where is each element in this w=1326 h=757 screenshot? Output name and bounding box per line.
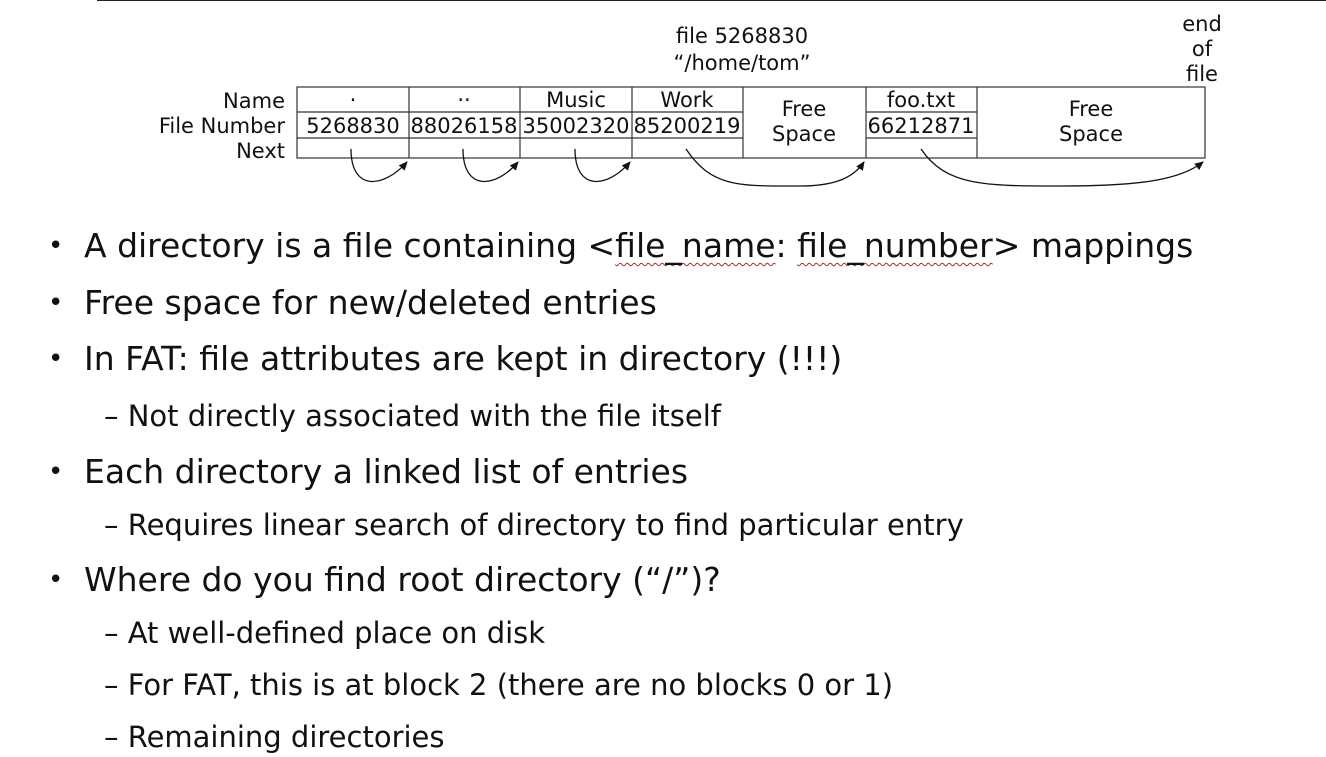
entry-number-foo-txt: 66212871 (868, 114, 975, 138)
next-arrow-3 (574, 148, 631, 183)
bullet-marker: • (48, 457, 64, 487)
next-arrow-4 (685, 148, 865, 187)
sub-bullet-item-4: – For FAT, this is at block 2 (there are… (104, 667, 893, 703)
sub-bullet-text: Requires linear search of directory to f… (127, 508, 964, 542)
entry-number-dotdot: 88026158 (411, 114, 518, 138)
sub-bullet-text: For FAT, this is at block 2 (there are n… (127, 668, 894, 702)
entry-name-foo-txt: foo.txt (887, 88, 955, 112)
sub-bullet-marker: – (104, 399, 119, 433)
end-of-file-label-1: end (1182, 12, 1222, 36)
sub-bullet-item-1: – Not directly associated with the file … (104, 398, 721, 434)
free-space-label-1a: Free (782, 97, 827, 121)
sub-bullet-text: At well-defined place on disk (127, 616, 546, 650)
entry-number-work: 85200219 (634, 114, 741, 138)
path-header: “/home/tom” (674, 51, 811, 75)
sub-bullet-marker: – (104, 720, 119, 754)
entry-name-dot: · (350, 88, 357, 112)
sub-bullet-marker: – (104, 508, 119, 542)
sub-bullet-text: Not directly associated with the file it… (127, 399, 722, 433)
file-number-header: file 5268830 (676, 24, 808, 48)
bullet-marker: • (48, 565, 64, 595)
bullet-text-part: : (775, 226, 798, 265)
bullet-text: Free space for new/deleted entries (84, 283, 657, 322)
entry-number-music: 35002320 (523, 114, 630, 138)
sub-bullet-marker: – (104, 616, 119, 650)
entry-number-dot: 5268830 (306, 114, 400, 138)
sub-bullet-item-3: – At well-defined place on disk (104, 615, 545, 651)
bullet-marker: • (48, 288, 64, 318)
entry-name-dotdot: ·· (457, 88, 470, 112)
next-pointer-arrows (350, 148, 1204, 187)
bullet-marker: • (48, 344, 64, 374)
sub-bullet-marker: – (104, 668, 119, 702)
bullet-text-part: A directory is a file containing < (84, 226, 616, 265)
entry-name-music: Music (546, 88, 606, 112)
bullet-text-part: > mappings (992, 226, 1194, 265)
next-arrow-2 (462, 148, 519, 183)
sub-bullet-text: Remaining directories (127, 720, 445, 754)
end-of-file-label-3: file (1186, 62, 1218, 86)
sub-bullet-item-2: – Requires linear search of directory to… (104, 507, 964, 543)
entry-name-work: Work (660, 88, 714, 112)
directory-linked-list-diagram: file 5268830 “/home/tom” end of file Nam… (159, 12, 1222, 187)
free-space-label-2a: Free (1069, 97, 1114, 121)
next-arrow-5 (920, 148, 1204, 187)
next-arrow-1 (350, 148, 408, 183)
spellcheck-word: file_name (615, 226, 776, 265)
row-label-next: Next (236, 139, 285, 163)
sub-bullet-item-5: – Remaining directories (104, 719, 445, 755)
bullet-text: Where do you find root directory (“/”)? (84, 560, 721, 599)
free-space-label-1b: Space (772, 122, 836, 146)
bullet-marker: • (48, 231, 64, 261)
row-label-name: Name (223, 89, 285, 113)
bullet-text: A directory is a file containing <file_n… (84, 226, 1193, 266)
row-label-file-number: File Number (159, 114, 286, 138)
spellcheck-word: file_number (797, 226, 993, 265)
free-space-label-2b: Space (1059, 122, 1123, 146)
bullet-text: In FAT: file attributes are kept in dire… (84, 339, 843, 378)
end-of-file-label-2: of (1192, 37, 1213, 61)
bullet-text: Each directory a linked list of entries (84, 452, 689, 491)
